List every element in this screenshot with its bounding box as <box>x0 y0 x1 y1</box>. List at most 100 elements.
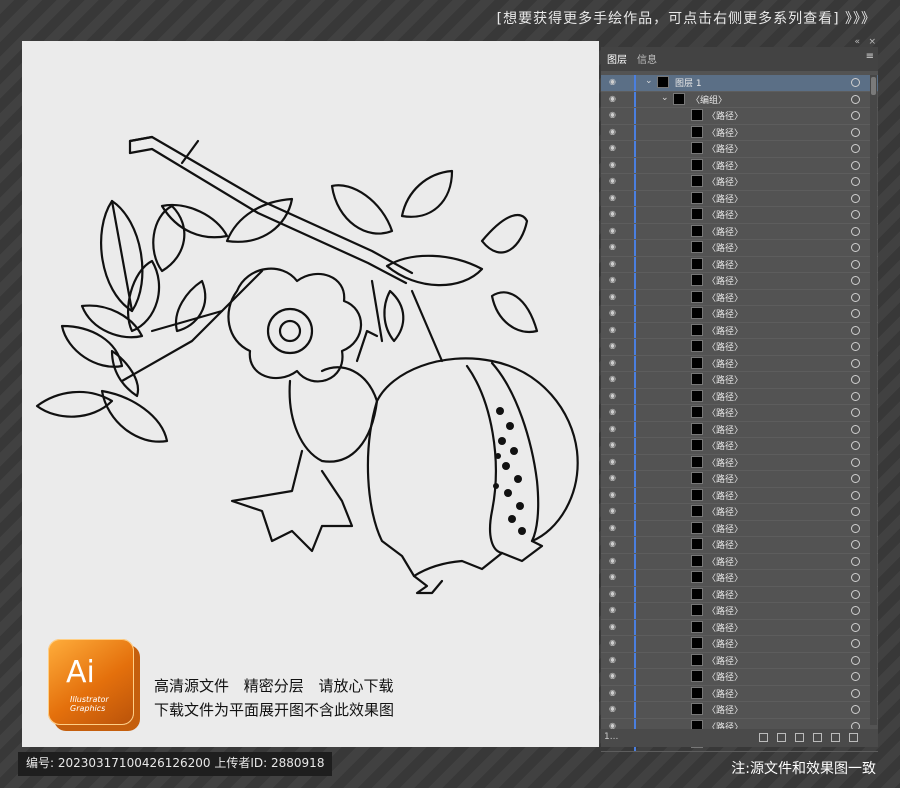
target-circle-icon[interactable] <box>851 259 860 269</box>
target-circle-icon[interactable] <box>851 606 860 615</box>
eye-icon[interactable]: ◉ <box>609 193 618 202</box>
target-circle-icon[interactable] <box>851 474 860 483</box>
target-circle-icon[interactable] <box>851 672 860 681</box>
eye-icon[interactable]: ◉ <box>609 325 618 334</box>
target-circle-icon[interactable] <box>851 127 860 137</box>
chevron-down-icon[interactable]: ⌄ <box>645 76 653 86</box>
target-circle-icon[interactable] <box>851 144 860 153</box>
tab-layers[interactable]: 图层 <box>607 51 627 66</box>
target-circle-icon[interactable] <box>851 573 860 582</box>
eye-icon[interactable]: ◉ <box>609 292 618 301</box>
eye-icon[interactable]: ◉ <box>609 622 618 631</box>
layer-row-path[interactable]: ◉ 〈路径〉 <box>601 289 878 306</box>
eye-icon[interactable]: ◉ <box>609 259 618 268</box>
layer-row-path[interactable]: ◉ 〈路径〉 <box>601 372 878 389</box>
more-arrows-icon[interactable]: 》》》 <box>845 11 876 27</box>
layer-row-path[interactable]: ◉ 〈路径〉 <box>601 586 878 603</box>
eye-icon[interactable]: ◉ <box>609 391 618 400</box>
target-circle-icon[interactable] <box>851 589 860 599</box>
layer-row-path[interactable]: ◉ 〈路径〉 <box>601 454 878 471</box>
layer-row-path[interactable]: ◉ 〈路径〉 <box>601 174 878 191</box>
eye-icon[interactable]: ◉ <box>609 490 618 499</box>
eye-icon[interactable]: ◉ <box>609 160 618 169</box>
new-layer-icon[interactable] <box>831 733 840 742</box>
target-circle-icon[interactable] <box>851 523 860 533</box>
layer-row-group[interactable]: ◉ ⌄ 〈编组〉 <box>601 91 878 108</box>
eye-icon[interactable]: ◉ <box>609 704 618 713</box>
target-circle-icon[interactable] <box>851 358 860 368</box>
target-circle-icon[interactable] <box>851 309 860 318</box>
target-circle-icon[interactable] <box>851 160 860 170</box>
target-circle-icon[interactable] <box>851 655 860 665</box>
eye-icon[interactable]: ◉ <box>609 374 618 383</box>
target-circle-icon[interactable] <box>851 210 860 219</box>
target-circle-icon[interactable] <box>851 688 860 698</box>
eye-icon[interactable]: ◉ <box>609 242 618 251</box>
layer-row-path[interactable]: ◉ 〈路径〉 <box>601 240 878 257</box>
layer-row-path[interactable]: ◉ 〈路径〉 <box>601 636 878 653</box>
eye-icon[interactable]: ◉ <box>609 176 618 185</box>
eye-icon[interactable]: ◉ <box>609 440 618 449</box>
target-circle-icon[interactable] <box>851 391 860 401</box>
target-circle-icon[interactable] <box>851 507 860 516</box>
layer-row-path[interactable]: ◉ 〈路径〉 <box>601 421 878 438</box>
eye-icon[interactable]: ◉ <box>609 110 618 119</box>
scrollbar-thumb[interactable] <box>871 77 876 95</box>
target-circle-icon[interactable] <box>851 292 860 302</box>
layer-row-path[interactable]: ◉ 〈路径〉 <box>601 306 878 323</box>
eye-icon[interactable]: ◉ <box>609 424 618 433</box>
eye-icon[interactable]: ◉ <box>609 688 618 697</box>
eye-icon[interactable]: ◉ <box>609 572 618 581</box>
target-circle-icon[interactable] <box>851 226 860 236</box>
target-circle-icon[interactable] <box>851 556 860 566</box>
target-circle-icon[interactable] <box>851 342 860 351</box>
eye-icon[interactable]: ◉ <box>609 556 618 565</box>
layer-row-path[interactable]: ◉ 〈路径〉 <box>601 190 878 207</box>
eye-icon[interactable]: ◉ <box>609 655 618 664</box>
clipping-mask-icon[interactable] <box>795 733 804 742</box>
layer-row-path[interactable]: ◉ 〈路径〉 <box>601 702 878 719</box>
layer-row-path[interactable]: ◉ 〈路径〉 <box>601 207 878 224</box>
layer-row-path[interactable]: ◉ 〈路径〉 <box>601 388 878 405</box>
layer-row-path[interactable]: ◉ 〈路径〉 <box>601 685 878 702</box>
layer-row-path[interactable]: ◉ 〈路径〉 <box>601 405 878 422</box>
target-circle-icon[interactable] <box>851 94 860 104</box>
eye-icon[interactable]: ◉ <box>609 275 618 284</box>
layer-row-path[interactable]: ◉ 〈路径〉 <box>601 438 878 455</box>
layers-scrollbar[interactable] <box>870 75 877 725</box>
eye-icon[interactable]: ◉ <box>609 457 618 466</box>
eye-icon[interactable]: ◉ <box>609 407 618 416</box>
target-circle-icon[interactable] <box>851 639 860 648</box>
layer-row-path[interactable]: ◉ 〈路径〉 <box>601 223 878 240</box>
target-circle-icon[interactable] <box>851 375 860 384</box>
eye-icon[interactable]: ◉ <box>609 523 618 532</box>
target-circle-icon[interactable] <box>851 111 860 120</box>
target-circle-icon[interactable] <box>851 540 860 549</box>
collapse-icon[interactable]: « <box>854 37 860 47</box>
locate-icon[interactable] <box>777 733 786 742</box>
chevron-down-icon[interactable]: ⌄ <box>661 93 669 103</box>
eye-icon[interactable]: ◉ <box>609 473 618 482</box>
eye-icon[interactable]: ◉ <box>609 127 618 136</box>
eye-icon[interactable]: ◉ <box>609 638 618 647</box>
eye-icon[interactable]: ◉ <box>609 506 618 515</box>
target-circle-icon[interactable] <box>851 78 860 87</box>
tab-info[interactable]: 信息 <box>637 51 657 66</box>
eye-icon[interactable]: ◉ <box>609 589 618 598</box>
target-circle-icon[interactable] <box>851 276 860 285</box>
eye-icon[interactable]: ◉ <box>609 94 618 103</box>
layer-row-path[interactable]: ◉ 〈路径〉 <box>601 652 878 669</box>
target-circle-icon[interactable] <box>851 457 860 467</box>
layer-row-path[interactable]: ◉ 〈路径〉 <box>601 537 878 554</box>
layer-row-path[interactable]: ◉ 〈路径〉 <box>601 619 878 636</box>
layer-row-path[interactable]: ◉ 〈路径〉 <box>601 355 878 372</box>
layer-row-path[interactable]: ◉ 〈路径〉 <box>601 141 878 158</box>
layer-row-path[interactable]: ◉ 〈路径〉 <box>601 157 878 174</box>
eye-icon[interactable]: ◉ <box>609 77 618 86</box>
layer-row-path[interactable]: ◉ 〈路径〉 <box>601 520 878 537</box>
export-icon[interactable] <box>759 733 768 742</box>
new-sublayer-icon[interactable] <box>813 733 822 742</box>
layer-row-layer1[interactable]: ◉ ⌄ 图层 1 <box>601 75 878 92</box>
layer-row-path[interactable]: ◉ 〈路径〉 <box>601 322 878 339</box>
layer-row-path[interactable]: ◉ 〈路径〉 <box>601 487 878 504</box>
